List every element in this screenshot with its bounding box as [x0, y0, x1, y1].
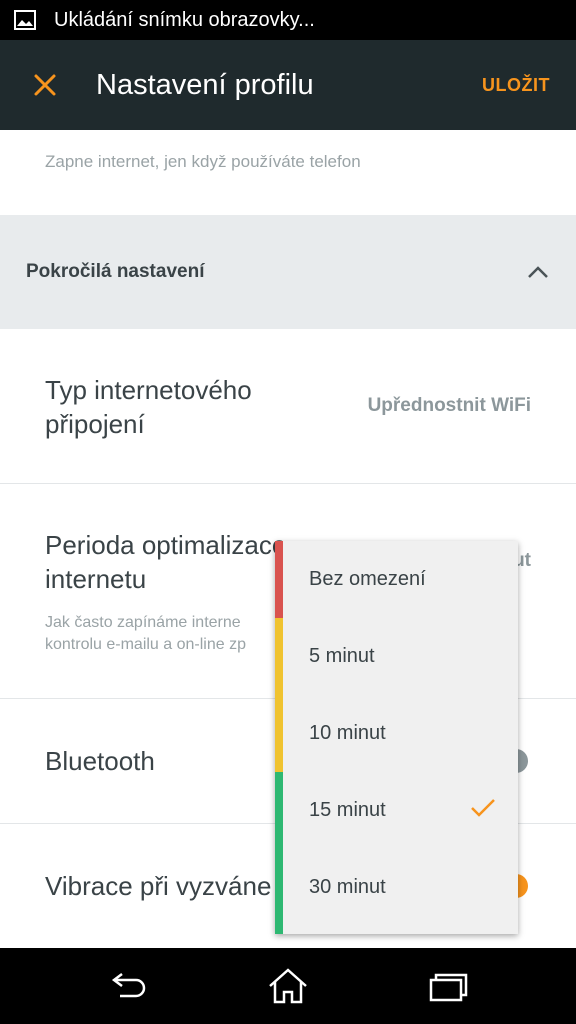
dropdown-option[interactable]: Bez omezení	[283, 541, 518, 618]
top-description: Zapne internet, jen když používáte telef…	[45, 152, 361, 171]
back-icon[interactable]	[106, 966, 150, 1006]
section-label: Pokročilá nastavení	[26, 261, 205, 282]
dropdown-option[interactable]: 10 minut	[283, 695, 518, 772]
checkmark-icon	[470, 798, 496, 824]
stripe-red	[275, 541, 283, 618]
save-button[interactable]: ULOŽIT	[482, 75, 550, 96]
section-advanced-settings[interactable]: Pokročilá nastavení	[0, 215, 576, 329]
close-button[interactable]	[0, 40, 90, 130]
optimization-period-dropdown[interactable]: Bez omezení 5 minut 10 minut 15 minut 30…	[275, 541, 518, 934]
image-icon	[14, 10, 36, 30]
home-icon[interactable]	[266, 966, 310, 1006]
optimization-period-label: Perioda optimalizace internetu	[45, 530, 287, 594]
recents-icon[interactable]	[426, 966, 470, 1006]
stripe-green	[275, 772, 283, 934]
system-nav-bar	[0, 948, 576, 1024]
connection-type-value: Upřednostnit WiFi	[367, 395, 531, 416]
connection-type-label: Typ internetového připojení	[45, 375, 252, 439]
setting-row-connection-type[interactable]: Typ internetového připojení Upřednostnit…	[0, 329, 576, 484]
chevron-up-icon	[500, 265, 576, 279]
page-title: Nastavení profilu	[96, 68, 314, 101]
bluetooth-label: Bluetooth	[45, 746, 155, 776]
status-bar: Ukládání snímku obrazovky...	[0, 0, 576, 40]
dropdown-option-selected[interactable]: 15 minut	[283, 772, 518, 849]
optimization-period-description: Jak často zapínáme interne kontrolu e-ma…	[45, 614, 246, 653]
dropdown-option[interactable]: 30 minut	[283, 849, 518, 926]
status-text: Ukládání snímku obrazovky...	[54, 8, 315, 31]
app-bar: Nastavení profilu ULOŽIT	[0, 40, 576, 130]
dropdown-option[interactable]: 5 minut	[283, 618, 518, 695]
vibration-label: Vibrace při vyzváne	[45, 871, 272, 901]
close-icon	[34, 74, 56, 96]
stripe-yellow	[275, 618, 283, 772]
